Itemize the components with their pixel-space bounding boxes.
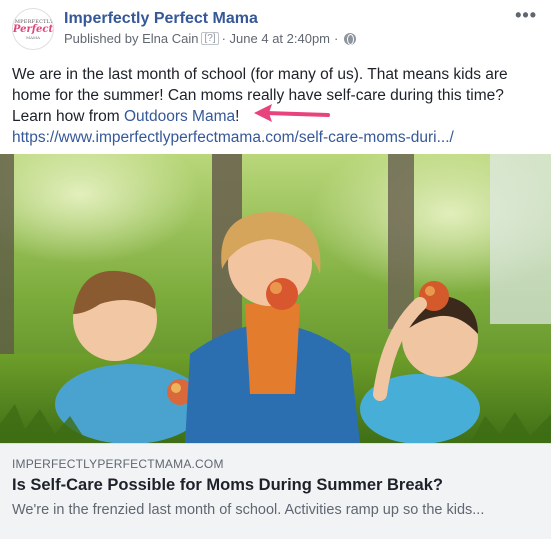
separator-dot: · [221,31,226,46]
post-url-link[interactable]: https://www.imperfectlyperfectmama.com/s… [12,129,454,146]
avatar-line-2: Perfect [12,23,54,35]
link-preview[interactable]: IMPERFECTLYPERFECTMAMA.COM Is Self-Care … [0,443,551,539]
published-prefix: Published by [64,31,139,46]
post-meta: Published by Elna Cain [?] · June 4 at 2… [64,31,357,46]
separator-dot: · [334,31,339,46]
help-icon[interactable]: [?] [201,32,219,45]
facebook-post-card: IMPERFECTLY Perfect MAMA Imperfectly Per… [0,0,551,539]
preview-description: We're in the frenzied last month of scho… [12,502,485,518]
preview-domain: IMPERFECTLYPERFECTMAMA.COM [12,457,224,471]
globe-icon[interactable] [344,32,357,45]
preview-title[interactable]: Is Self-Care Possible for Moms During Su… [12,476,443,495]
avatar-line-3: MAMA [26,34,40,40]
author-name[interactable]: Elna Cain [142,31,198,46]
post-text-part-2: ! [235,108,240,125]
ellipsis-icon[interactable]: ••• [515,6,537,24]
page-name-link[interactable]: Imperfectly Perfect Mama [64,10,258,28]
mention-link[interactable]: Outdoors Mama [124,108,235,125]
post-timestamp[interactable]: June 4 at 2:40pm [230,31,330,46]
post-image[interactable] [0,154,551,443]
page-avatar[interactable]: IMPERFECTLY Perfect MAMA [12,8,54,50]
pink-arrow-icon [254,104,330,122]
